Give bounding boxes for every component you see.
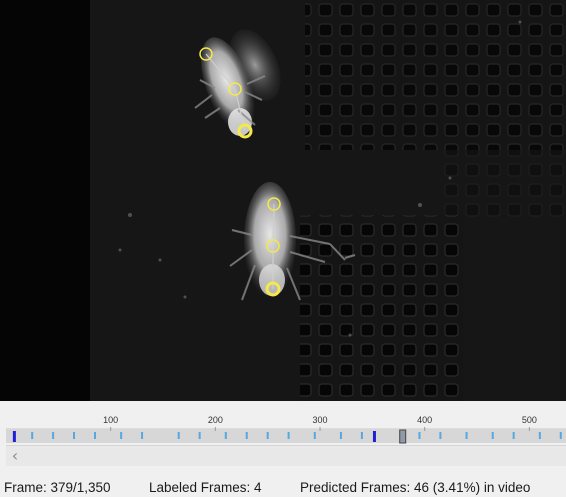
current-frame-cursor[interactable] — [399, 429, 407, 444]
timeline-track[interactable]: 100 200 300 400 500 — [0, 401, 566, 445]
viewer-border — [0, 0, 90, 401]
predicted-frame-mark[interactable] — [245, 432, 248, 439]
predicted-frame-mark[interactable] — [559, 432, 562, 439]
predicted-frame-mark[interactable] — [491, 432, 494, 439]
predicted-frame-mark[interactable] — [198, 432, 201, 439]
timeline-bar[interactable] — [6, 429, 566, 443]
arena-grid-top — [305, 0, 566, 150]
tick-label: 100 — [103, 415, 118, 425]
labeled-frame-mark[interactable] — [372, 431, 376, 442]
predicted-frame-mark[interactable] — [313, 432, 316, 439]
tick-label: 300 — [313, 415, 328, 425]
tick-label: 400 — [417, 415, 432, 425]
status-bar: Frame: 379/1,350 Labeled Frames: 4 Predi… — [0, 478, 566, 497]
predicted-frame-mark[interactable] — [177, 432, 180, 439]
predicted-frame-mark[interactable] — [266, 432, 269, 439]
predicted-frames-count: Predicted Frames: 46 (3.41%) in video — [300, 480, 531, 495]
video-frame[interactable] — [0, 0, 566, 401]
predicted-frame-mark[interactable] — [465, 432, 468, 439]
predicted-frame-mark[interactable] — [418, 432, 421, 439]
timeline-scrollbar[interactable]: ‹ — [6, 445, 566, 466]
scroll-left-arrow-icon[interactable]: ‹ — [6, 446, 24, 466]
predicted-frame-mark[interactable] — [538, 432, 541, 439]
frame-timeline[interactable]: 100 200 300 400 500 — [0, 401, 566, 445]
predicted-frame-mark[interactable] — [52, 432, 55, 439]
predicted-frame-mark[interactable] — [31, 432, 34, 439]
labeled-frame-mark[interactable] — [12, 431, 16, 442]
tick-label: 200 — [208, 415, 223, 425]
predicted-frame-mark[interactable] — [120, 432, 123, 439]
arena-grid-right — [440, 150, 566, 220]
predicted-frame-mark[interactable] — [512, 432, 515, 439]
predicted-frame-mark[interactable] — [224, 432, 227, 439]
video-frame-viewer[interactable] — [0, 0, 566, 401]
predicted-frame-mark[interactable] — [93, 432, 96, 439]
predicted-frame-mark[interactable] — [287, 432, 290, 439]
predicted-frame-mark[interactable] — [339, 432, 342, 439]
predicted-frame-mark[interactable] — [439, 432, 442, 439]
predicted-frame-mark[interactable] — [141, 432, 144, 439]
tick-label: 500 — [522, 415, 537, 425]
predicted-frame-mark[interactable] — [73, 432, 76, 439]
labeled-frames-count: Labeled Frames: 4 — [149, 480, 262, 495]
predicted-frame-mark[interactable] — [360, 432, 363, 439]
frame-counter: Frame: 379/1,350 — [4, 480, 111, 495]
